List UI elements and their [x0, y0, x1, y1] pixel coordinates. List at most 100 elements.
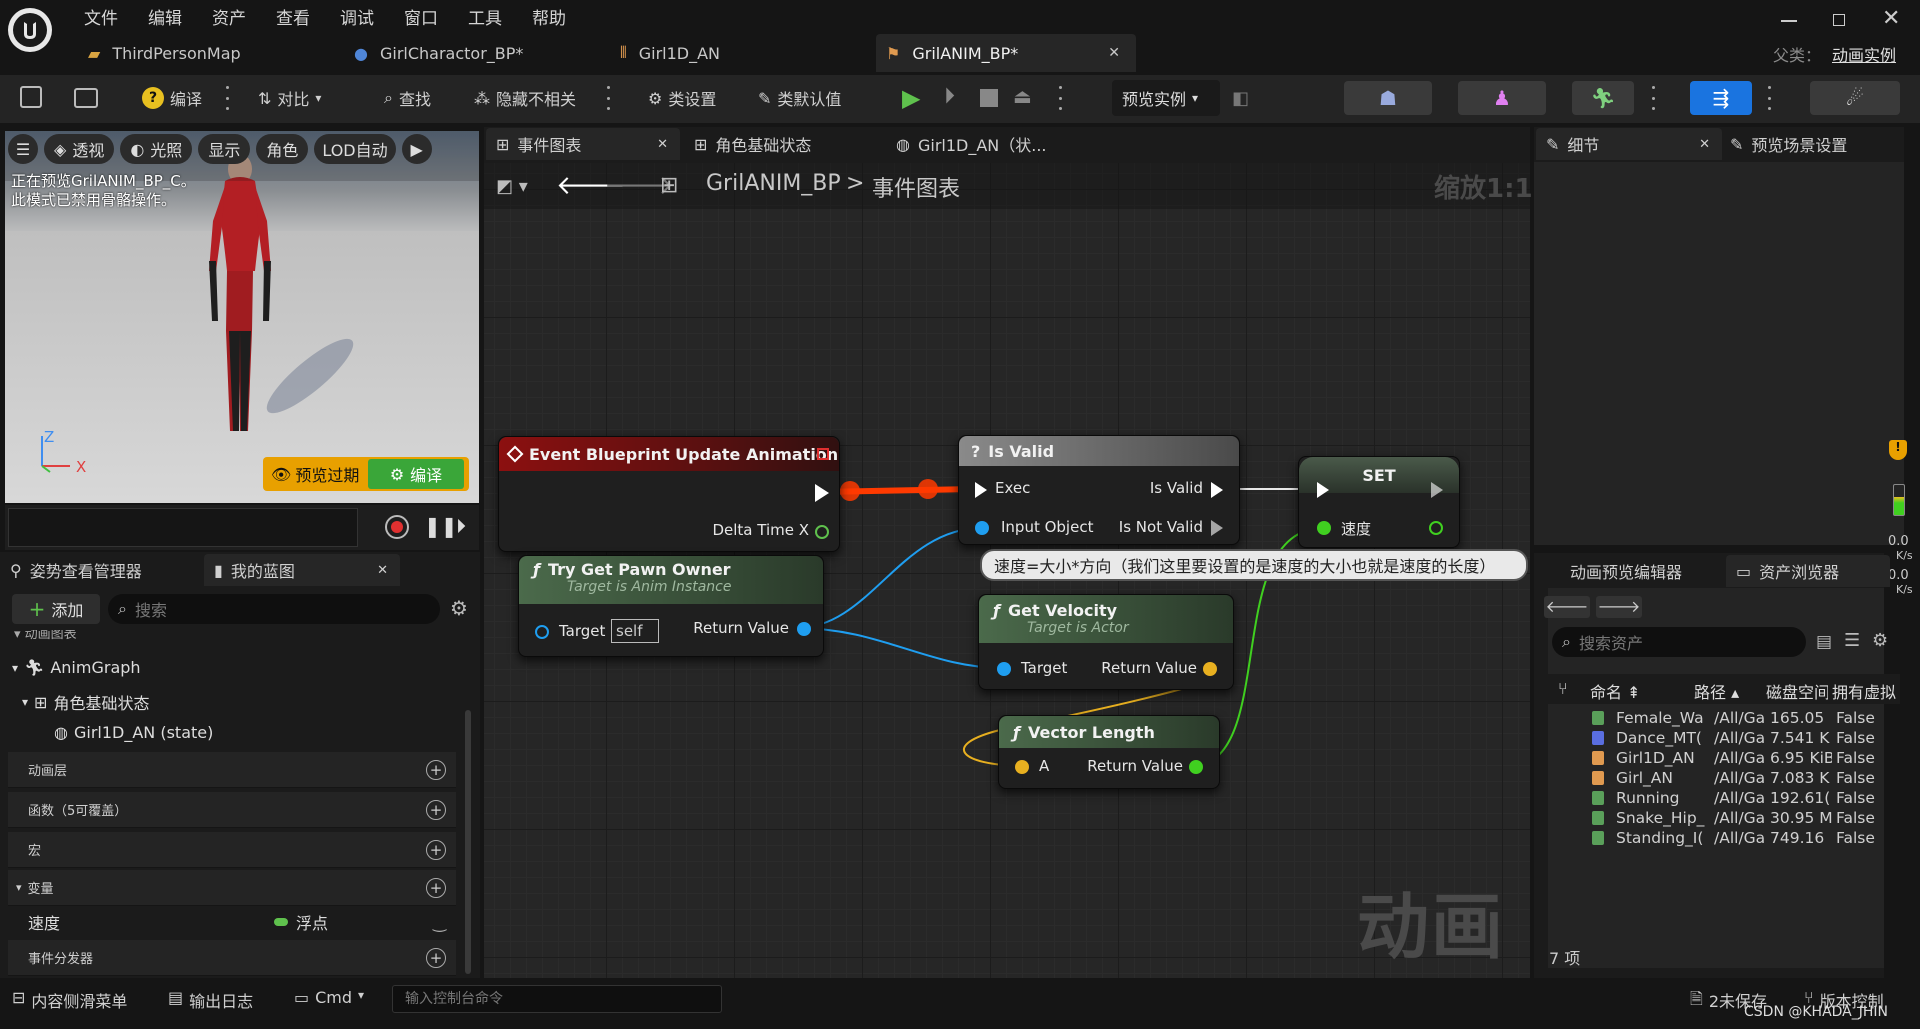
browse-icon[interactable]: [74, 88, 98, 108]
settings-gear-icon[interactable]: ⚙: [450, 596, 468, 620]
character-button[interactable]: 角色: [256, 134, 309, 164]
close-tab-icon[interactable]: ✕: [657, 137, 668, 152]
restore-icon[interactable]: [1833, 14, 1845, 26]
comment-bubble[interactable]: 速度=大小*方向（我们这里要设置的是速度的大小也就是速度的长度）: [980, 549, 1528, 581]
asset-row[interactable]: Girl_AN/All/Ga 7.083 K False: [1580, 768, 1900, 788]
compile-button[interactable]: ? 编译: [142, 79, 202, 117]
tab-details[interactable]: ✎ 细节 ✕: [1536, 128, 1722, 160]
object-in-pin-icon[interactable]: [975, 521, 989, 535]
menu-view[interactable]: 查看: [276, 4, 310, 29]
unreal-logo-icon[interactable]: [8, 8, 52, 52]
variable-row[interactable]: 速度 浮点 ‿: [8, 906, 456, 938]
float-out-pin-icon[interactable]: [1189, 760, 1203, 774]
vector-in-pin-icon[interactable]: [1015, 760, 1029, 774]
exec-out-valid-pin-icon[interactable]: [1211, 482, 1223, 498]
class-settings-button[interactable]: ⚙ 类设置: [648, 79, 716, 117]
filter-icon[interactable]: ☰: [1844, 630, 1860, 651]
exec-in-pin-icon[interactable]: [1317, 482, 1329, 498]
object-in-pin-icon[interactable]: [997, 662, 1011, 676]
mesh-mode-button[interactable]: ♟: [1458, 81, 1546, 115]
debug-filter-icon[interactable]: ◧: [1232, 88, 1249, 109]
event-update-animation-node[interactable]: Event Blueprint Update Animation Delta T…: [498, 436, 840, 552]
settings-gear-icon[interactable]: ⚙: [1872, 630, 1888, 651]
blueprint-search-input[interactable]: ⌕ 搜索: [108, 594, 440, 624]
find-button[interactable]: ⌕ 查找: [384, 79, 431, 117]
parent-class-link[interactable]: 动画实例: [1832, 42, 1896, 66]
vector-out-pin-icon[interactable]: [1203, 662, 1217, 676]
viewport-compile-button[interactable]: ⚙ 编译: [368, 459, 464, 489]
doc-tab-map[interactable]: ▰ ThirdPersonMap: [88, 34, 241, 72]
eject-icon[interactable]: ⏏: [1013, 84, 1032, 108]
asset-row[interactable]: Running/All/Ga 192.61(False: [1580, 788, 1900, 808]
tab-pose-watch-manager[interactable]: ⚲ 姿势查看管理器: [10, 554, 142, 586]
asset-row[interactable]: Dance_MT(/All/Ga 7.541 K False: [1580, 728, 1900, 748]
delegate-pin-icon[interactable]: [817, 448, 829, 460]
doc-tab-animbp-active[interactable]: ⚑ GrilANIM_BP* ✕: [876, 34, 1136, 72]
tree-item-state[interactable]: ◍ Girl1D_AN (state): [54, 723, 213, 742]
more-options-icon[interactable]: [607, 86, 610, 110]
show-button[interactable]: 显示: [198, 134, 251, 164]
category-macros[interactable]: 宏 +: [8, 832, 456, 868]
record-icon[interactable]: [385, 515, 409, 539]
add-button[interactable]: + 添加: [12, 594, 100, 624]
cmd-dropdown[interactable]: ▭ Cmd ▾: [294, 988, 364, 1007]
float-in-pin-icon[interactable]: [1317, 521, 1331, 535]
tab-asset-browser[interactable]: ▭ 资产浏览器: [1726, 555, 1890, 587]
graph-tab-state[interactable]: ◍ Girl1D_AN（状...: [896, 128, 1047, 160]
asset-row[interactable]: Female_Wa/All/Ga 165.05 False: [1580, 708, 1900, 728]
get-velocity-node[interactable]: ƒ Get Velocity Target is Actor Target Ret…: [978, 594, 1234, 690]
tree-item-animgraph[interactable]: ▾ 🏃︎ AnimGraph: [12, 658, 141, 677]
diff-button[interactable]: ⇅ 对比 ▾: [258, 79, 321, 117]
tab-anim-preview-editor[interactable]: 动画预览编辑器: [1570, 555, 1682, 587]
asset-row[interactable]: Standing_I(/All/Ga 749.16 False: [1580, 828, 1900, 848]
menu-help[interactable]: 帮助: [532, 4, 566, 29]
object-in-pin-icon[interactable]: [535, 625, 549, 639]
console-input[interactable]: 输入控制台命令: [392, 985, 722, 1013]
hamburger-menu-icon[interactable]: ☰: [8, 134, 38, 164]
perspective-button[interactable]: ◈ 透视: [44, 134, 115, 164]
step-icon[interactable]: ⏵: [944, 84, 955, 109]
column-path[interactable]: 路径 ▴: [1694, 679, 1746, 703]
vector-length-node[interactable]: ƒ Vector Length A Return Value: [998, 715, 1220, 789]
content-drawer-button[interactable]: ⊟ 内容侧滑菜单: [12, 988, 127, 1012]
exec-out-pin-icon[interactable]: [815, 484, 829, 502]
step-forward-icon[interactable]: ⏵: [456, 514, 466, 538]
timeline-box[interactable]: [8, 508, 358, 547]
preview-instance-dropdown[interactable]: 预览实例 ▾: [1112, 80, 1220, 116]
menu-window[interactable]: 窗口: [404, 4, 438, 29]
category-functions[interactable]: 函数（5可覆盖） +: [8, 792, 456, 828]
mode-options-icon[interactable]: [1652, 86, 1655, 110]
play-options-icon[interactable]: [1059, 86, 1062, 110]
menu-edit[interactable]: 编辑: [148, 4, 182, 29]
float-out-pin-icon[interactable]: [1429, 521, 1443, 535]
lod-button[interactable]: LOD自动: [314, 134, 396, 164]
history-forward-icon[interactable]: 🡒: [1596, 596, 1642, 618]
exec-out-not-valid-pin-icon[interactable]: [1211, 520, 1223, 536]
target-self-field[interactable]: self: [611, 619, 659, 643]
compile-options-icon[interactable]: [226, 86, 229, 110]
lighting-button[interactable]: ◐ 光照: [120, 134, 193, 164]
tab-preview-scene-settings[interactable]: ✎ 预览场景设置: [1730, 128, 1847, 160]
folder-icon[interactable]: ▤: [1816, 632, 1832, 652]
animation-mode-button[interactable]: 🏃︎: [1572, 81, 1634, 115]
skeleton-mode-button[interactable]: ☗: [1344, 81, 1432, 115]
physics-mode-button[interactable]: ☄: [1810, 81, 1900, 115]
asset-row[interactable]: Snake_Hip_ /All/Ga 30.95 M False: [1580, 808, 1900, 828]
play-icon[interactable]: ▶: [902, 84, 920, 112]
menu-asset[interactable]: 资产: [212, 4, 246, 29]
minimize-icon[interactable]: [1781, 20, 1797, 22]
is-valid-node[interactable]: ? Is Valid Exec Is Valid Input Object Is…: [958, 435, 1240, 545]
play-preview-icon[interactable]: ▶: [401, 134, 432, 164]
blueprint-mode-button[interactable]: ⇶: [1690, 81, 1752, 115]
stop-icon[interactable]: [980, 89, 998, 107]
close-tab-icon[interactable]: ✕: [377, 563, 388, 578]
close-window-icon[interactable]: ✕: [1882, 6, 1900, 31]
try-get-pawn-owner-node[interactable]: ƒ Try Get Pawn Owner Target is Anim Insta…: [518, 555, 824, 657]
add-macro-icon[interactable]: +: [426, 839, 446, 860]
pause-icon[interactable]: ❚❚: [424, 514, 458, 538]
eye-closed-icon[interactable]: ‿: [433, 913, 446, 932]
history-back-icon[interactable]: 🡐: [1544, 596, 1590, 618]
add-event-dispatcher-icon[interactable]: +: [426, 947, 446, 968]
hide-unrelated-button[interactable]: ⁂ 隐藏不相关: [474, 79, 576, 117]
save-icon[interactable]: [20, 86, 42, 108]
